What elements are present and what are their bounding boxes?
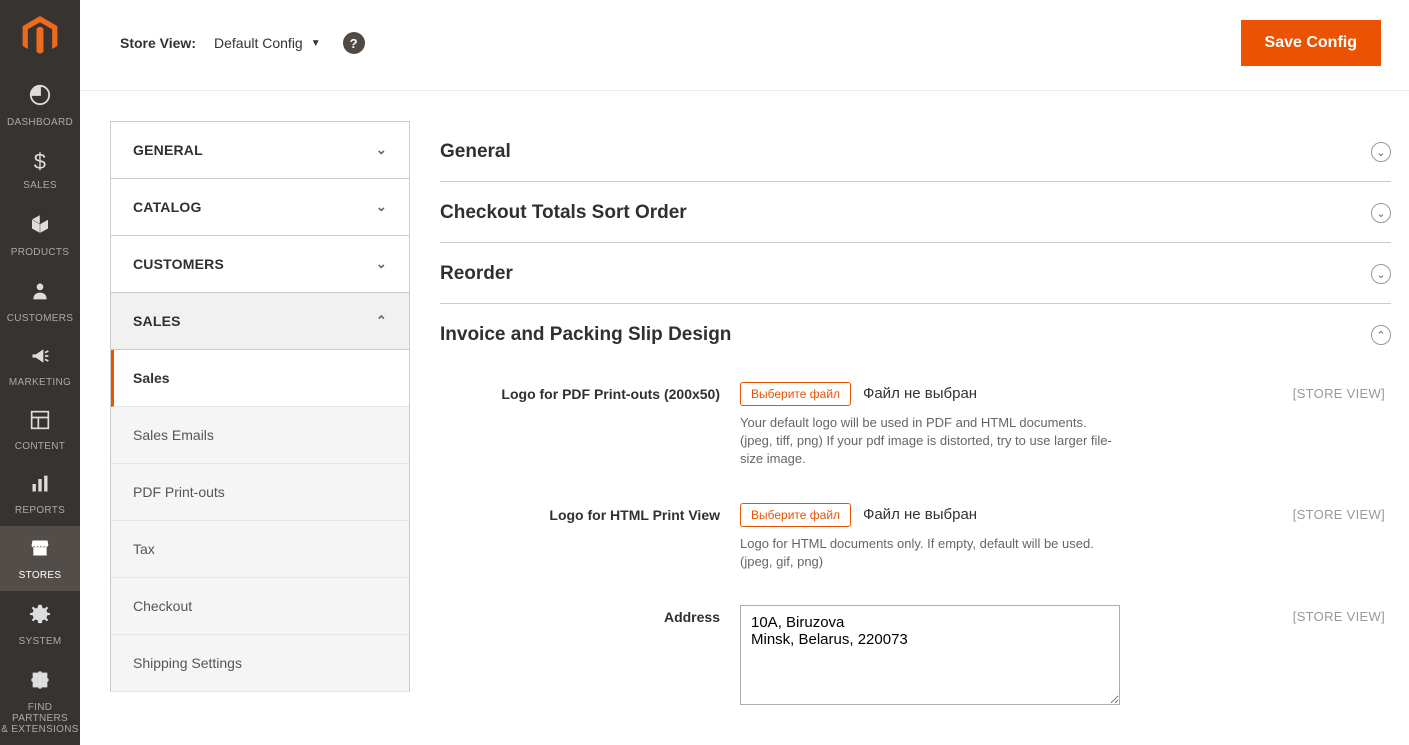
sales-subtabs: Sales Sales Emails PDF Print-outs Tax Ch… (111, 350, 409, 692)
nav-label: DASHBOARD (7, 117, 73, 128)
puzzle-icon (29, 669, 51, 696)
section-title: General (440, 141, 511, 163)
megaphone-icon (29, 346, 51, 371)
dollar-icon: $ (34, 150, 47, 174)
field-label: Logo for PDF Print-outs (200x50) (440, 382, 740, 402)
nav-label: SALES (23, 180, 57, 191)
subtab-sales-emails[interactable]: Sales Emails (111, 407, 409, 464)
nav-label: SYSTEM (19, 636, 62, 647)
nav-stores[interactable]: STORES (0, 526, 80, 590)
subtab-pdf-printouts[interactable]: PDF Print-outs (111, 464, 409, 521)
bar-chart-icon (30, 474, 50, 499)
tab-sales[interactable]: SALES ⌃ (111, 293, 409, 350)
subtab-sales[interactable]: Sales (111, 350, 409, 407)
section-general[interactable]: General ⌄ (440, 121, 1391, 182)
config-panel: General ⌄ Checkout Totals Sort Order ⌄ R… (410, 121, 1409, 742)
tab-general[interactable]: GENERAL ⌄ (111, 122, 409, 179)
address-textarea[interactable] (740, 605, 1120, 705)
nav-label: CONTENT (15, 441, 65, 452)
field-logo-pdf: Logo for PDF Print-outs (200x50) Выберит… (440, 382, 1391, 469)
config-tabs: GENERAL ⌄ CATALOG ⌄ CUSTOMERS ⌄ SALES ⌃ … (110, 121, 410, 692)
section-title: Checkout Totals Sort Order (440, 202, 687, 224)
save-config-button[interactable]: Save Config (1241, 20, 1381, 66)
gear-icon (29, 603, 51, 630)
choose-file-button[interactable]: Выберите файл (740, 382, 851, 406)
nav-content[interactable]: CONTENT (0, 398, 80, 462)
file-status: Файл не выбран (863, 385, 977, 402)
chevron-down-icon: ⌄ (376, 256, 387, 272)
section-title: Invoice and Packing Slip Design (440, 324, 731, 346)
invoice-section-body: Logo for PDF Print-outs (200x50) Выберит… (440, 364, 1391, 708)
field-scope: [STORE VIEW] (1140, 382, 1391, 401)
nav-customers[interactable]: CUSTOMERS (0, 268, 80, 334)
subtab-shipping-settings[interactable]: Shipping Settings (111, 635, 409, 692)
store-icon (29, 538, 51, 563)
store-view-label: Store View: (120, 35, 196, 51)
section-invoice-design[interactable]: Invoice and Packing Slip Design ⌃ (440, 304, 1391, 364)
chevron-down-icon: ⌄ (376, 142, 387, 158)
field-label: Logo for HTML Print View (440, 503, 740, 523)
layout-icon (30, 410, 50, 435)
field-scope: [STORE VIEW] (1140, 605, 1391, 624)
magento-logo[interactable] (0, 0, 80, 72)
tab-catalog[interactable]: CATALOG ⌄ (111, 179, 409, 236)
field-label: Address (440, 605, 740, 625)
nav-label: FIND PARTNERS & EXTENSIONS (0, 702, 80, 735)
field-scope: [STORE VIEW] (1140, 503, 1391, 522)
field-hint: Your default logo will be used in PDF an… (740, 414, 1120, 469)
nav-dashboard[interactable]: DASHBOARD (0, 72, 80, 138)
section-checkout-totals[interactable]: Checkout Totals Sort Order ⌄ (440, 182, 1391, 243)
nav-reports[interactable]: REPORTS (0, 462, 80, 526)
dropdown-arrow-icon[interactable]: ▼ (311, 38, 321, 49)
top-bar: Store View: Default Config ▼ ? Save Conf… (80, 0, 1409, 91)
file-status: Файл не выбран (863, 506, 977, 523)
section-title: Reorder (440, 263, 513, 285)
chevron-up-icon: ⌃ (376, 313, 387, 329)
nav-partners[interactable]: FIND PARTNERS & EXTENSIONS (0, 657, 80, 745)
nav-sales[interactable]: $ SALES (0, 138, 80, 201)
admin-sidebar: DASHBOARD $ SALES PRODUCTS CUSTOMERS MAR… (0, 0, 80, 745)
section-reorder[interactable]: Reorder ⌄ (440, 243, 1391, 304)
tab-label: CATALOG (133, 199, 202, 215)
chevron-down-icon: ⌄ (376, 199, 387, 215)
expand-icon: ⌄ (1371, 264, 1391, 284)
nav-label: MARKETING (9, 377, 71, 388)
nav-label: STORES (19, 570, 62, 581)
help-icon[interactable]: ? (343, 32, 365, 54)
choose-file-button[interactable]: Выберите файл (740, 503, 851, 527)
field-address: Address [STORE VIEW] (440, 605, 1391, 708)
nav-label: PRODUCTS (11, 247, 70, 258)
tab-customers[interactable]: CUSTOMERS ⌄ (111, 236, 409, 293)
field-hint: Logo for HTML documents only. If empty, … (740, 535, 1120, 571)
nav-label: CUSTOMERS (7, 313, 73, 324)
tab-label: CUSTOMERS (133, 256, 224, 272)
subtab-checkout[interactable]: Checkout (111, 578, 409, 635)
cube-icon (29, 213, 51, 240)
tab-label: SALES (133, 313, 181, 329)
person-icon (30, 280, 50, 307)
expand-icon: ⌄ (1371, 142, 1391, 162)
subtab-tax[interactable]: Tax (111, 521, 409, 578)
dashboard-icon (29, 84, 51, 111)
nav-products[interactable]: PRODUCTS (0, 201, 80, 267)
collapse-icon: ⌃ (1371, 325, 1391, 345)
expand-icon: ⌄ (1371, 203, 1391, 223)
store-view-select[interactable]: Default Config (214, 35, 303, 51)
nav-marketing[interactable]: MARKETING (0, 334, 80, 398)
field-logo-html: Logo for HTML Print View Выберите файл Ф… (440, 503, 1391, 571)
nav-system[interactable]: SYSTEM (0, 591, 80, 657)
tab-label: GENERAL (133, 142, 203, 158)
nav-label: REPORTS (15, 505, 65, 516)
